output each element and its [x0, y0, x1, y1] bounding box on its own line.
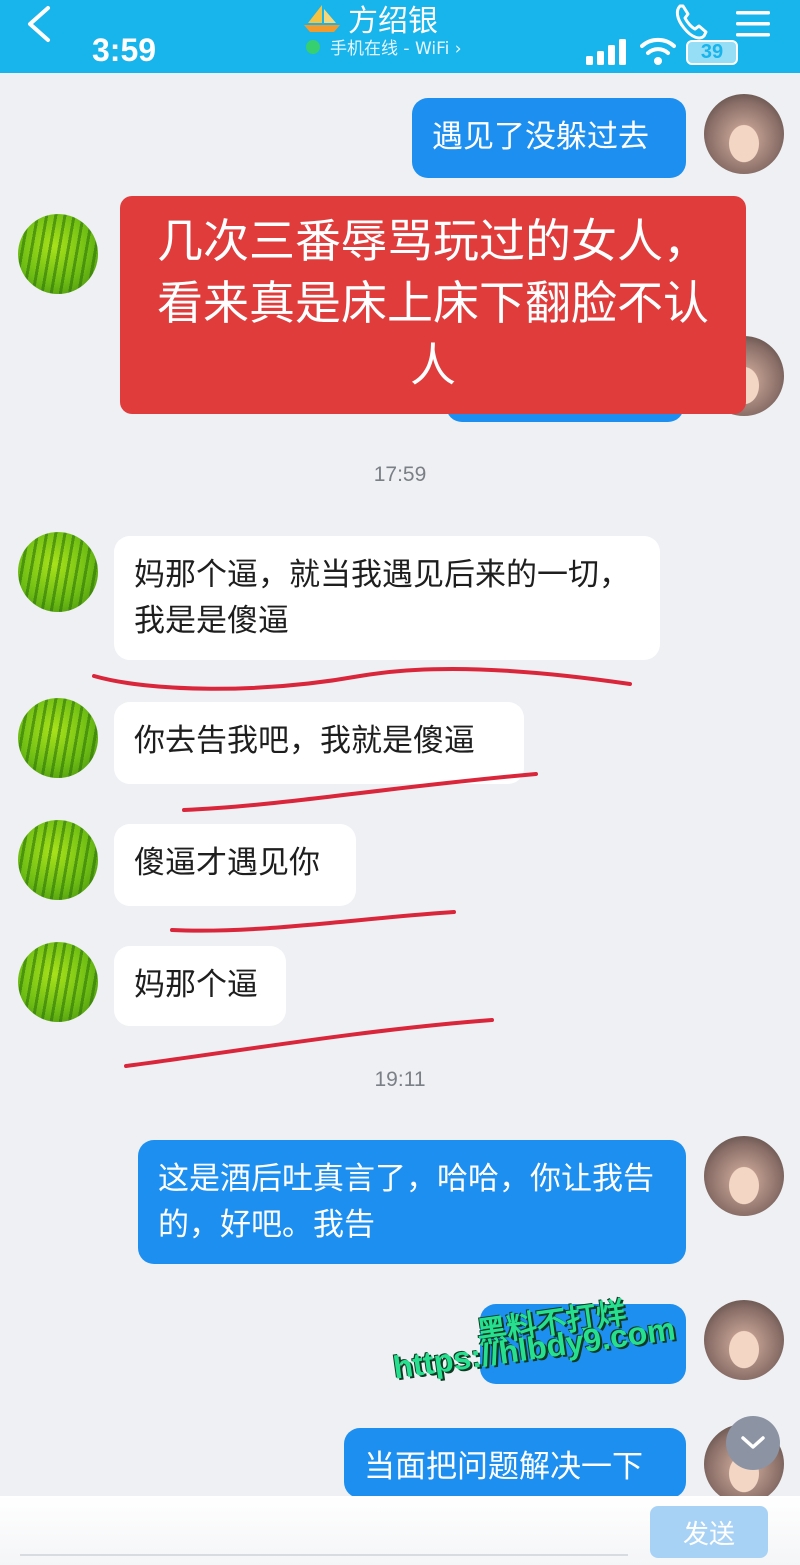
online-status-text: 手机在线 - WiFi ›	[330, 39, 462, 59]
wifi-icon	[640, 37, 676, 65]
message-text: 妈那个逼	[134, 967, 258, 1003]
message-text: 傻逼才遇见你	[134, 845, 320, 881]
my-avatar[interactable]	[704, 1136, 784, 1216]
message-text: 遇见了没躲过去	[432, 119, 649, 155]
contact-avatar[interactable]	[18, 532, 98, 612]
scroll-to-bottom-button[interactable]	[726, 1416, 780, 1470]
message-bubble-incoming[interactable]: 傻逼才遇见你	[114, 824, 356, 906]
message-text: 当面把问题解决一下	[364, 1449, 643, 1485]
online-status[interactable]: 手机在线 - WiFi ›	[306, 34, 462, 59]
message-bubble-incoming[interactable]: 妈那个逼，就当我遇见后来的一切，我是是傻逼	[114, 536, 660, 660]
underline-stroke	[170, 910, 456, 933]
timestamp: 19:11	[374, 1068, 426, 1091]
overlay-caption-text: 几次三番辱骂玩过的女人，看来真是床上床下翻脸不认人	[157, 214, 709, 392]
contact-avatar[interactable]	[18, 214, 98, 294]
my-avatar[interactable]	[704, 94, 784, 174]
status-time: 3:59	[92, 32, 157, 68]
underline-stroke	[124, 1018, 494, 1068]
sailboat-icon	[304, 5, 340, 32]
chat-header: 3:59 方绍银 手机在线 - WiFi › 39	[0, 0, 800, 73]
menu-icon[interactable]	[734, 8, 772, 40]
message-input-bar: 发送	[0, 1496, 800, 1565]
cell-signal-icon	[586, 39, 626, 65]
back-arrow-icon[interactable]	[22, 4, 56, 44]
message-bubble-outgoing[interactable]: 遇见了没躲过去	[412, 98, 686, 178]
message-bubble-outgoing[interactable]: 当面把问题解决一下	[344, 1428, 686, 1498]
message-bubble-incoming[interactable]: 你去告我吧，我就是傻逼	[114, 702, 524, 784]
contact-avatar[interactable]	[18, 698, 98, 778]
message-text: 你去告我吧，我就是傻逼	[134, 723, 475, 759]
message-text: 妈那个逼，就当我遇见后来的一切，我是是傻逼	[134, 557, 630, 639]
underline-stroke	[92, 667, 632, 691]
online-dot-icon	[306, 39, 320, 54]
contact-avatar[interactable]	[18, 942, 98, 1022]
phone-call-icon[interactable]	[672, 2, 710, 42]
send-button[interactable]: 发送	[650, 1506, 768, 1558]
message-input[interactable]	[20, 1504, 628, 1556]
battery-indicator: 39	[686, 40, 738, 65]
timestamp: 17:59	[373, 463, 427, 486]
contact-avatar[interactable]	[18, 820, 98, 900]
my-avatar[interactable]	[704, 1300, 784, 1380]
overlay-caption-box: 几次三番辱骂玩过的女人，看来真是床上床下翻脸不认人	[120, 196, 746, 414]
message-bubble-incoming[interactable]: 妈那个逼	[114, 946, 286, 1026]
chevron-down-icon	[741, 1436, 765, 1449]
message-text: 这是酒后吐真言了，哈哈，你让我告的，好吧。我告	[158, 1161, 654, 1243]
message-bubble-outgoing[interactable]: 这是酒后吐真言了，哈哈，你让我告的，好吧。我告	[138, 1140, 686, 1264]
